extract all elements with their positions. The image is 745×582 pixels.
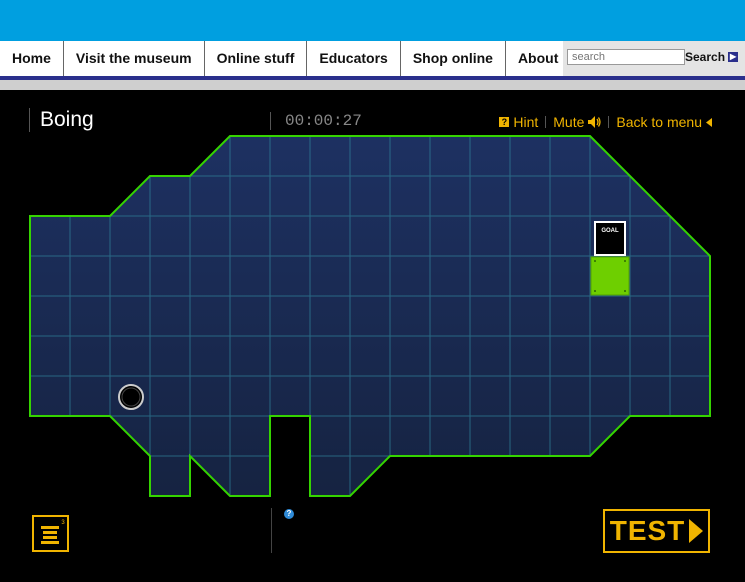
goal-label: GOAL: [601, 228, 619, 234]
svg-text:3: 3: [61, 520, 65, 526]
help-icon[interactable]: ?: [284, 509, 294, 519]
board-grid: [30, 136, 710, 496]
play-arrow-icon: [689, 519, 704, 543]
goal-marker: GOAL: [594, 221, 626, 256]
goal-pad: [590, 256, 630, 296]
test-button[interactable]: TEST: [603, 509, 710, 553]
ball[interactable]: [118, 384, 144, 410]
test-button-label: TEST: [609, 515, 686, 546]
bottom-divider: [271, 508, 272, 553]
spring-tool-button[interactable]: 3: [32, 515, 69, 552]
game-board: GOAL: [29, 135, 711, 497]
spring-icon: 3: [41, 520, 65, 544]
